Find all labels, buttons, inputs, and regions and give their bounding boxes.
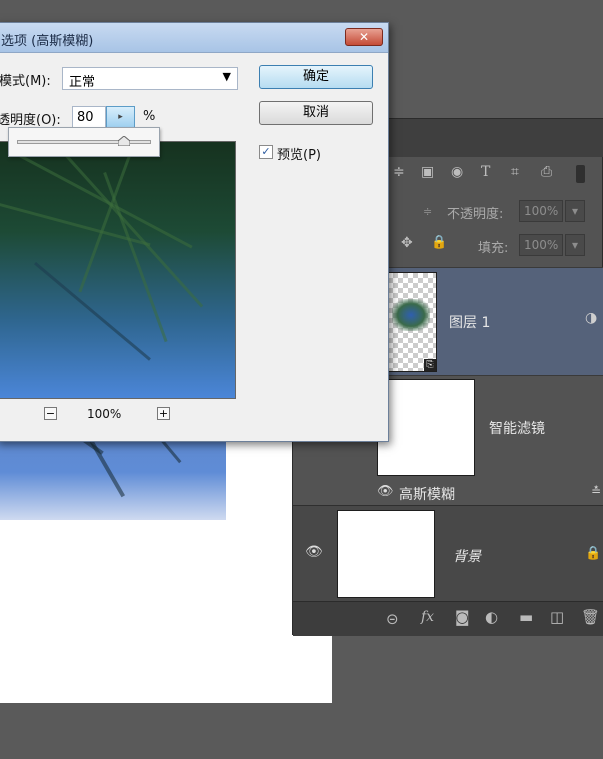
opacity-label: 不透明度: — [447, 207, 504, 222]
fill-label: 填充: — [478, 241, 509, 256]
smart-filter-indicator-icon[interactable]: ◑ — [585, 310, 597, 326]
opacity-value: 80 — [77, 110, 94, 125]
background-layer-name[interactable]: 背景 — [453, 546, 481, 566]
cancel-button[interactable]: 取消 — [259, 101, 373, 125]
opacity-slider-track[interactable] — [17, 140, 151, 144]
opacity-label: 透明度(O): — [0, 113, 61, 128]
new-group-icon[interactable]: ▬ — [519, 608, 533, 626]
filter-options-icon[interactable]: ≛ — [591, 484, 601, 498]
layer-row-background[interactable]: 👁 背景 🔒 — [293, 505, 603, 601]
smart-object-filter-icon[interactable]: ⎙ — [541, 164, 552, 180]
dialog-titlebar[interactable]: 选项 (高斯模糊) ✕ — [0, 23, 388, 53]
add-mask-icon[interactable]: ◙ — [455, 608, 470, 626]
preview-label: 预览(P) — [277, 148, 321, 163]
layer-name[interactable]: 图层 1 — [449, 312, 490, 332]
dialog-title: 选项 (高斯模糊) — [1, 34, 94, 49]
panel-footer: ⊝ fx ◙ ◐ ▬ ◫ 🗑 — [293, 601, 603, 636]
lock-all-icon[interactable]: 🔒 — [431, 235, 447, 250]
zoom-out-button[interactable]: − — [44, 407, 57, 420]
opacity-input[interactable]: 100% — [519, 200, 563, 222]
adjustment-layer-icon[interactable]: ◐ — [485, 608, 498, 626]
slider-toggle-icon[interactable]: ▸ — [106, 106, 135, 128]
opacity-input[interactable]: 80 — [72, 106, 106, 128]
mode-label: 模式(M): — [0, 74, 51, 89]
fill-input[interactable]: 100% — [519, 234, 563, 256]
chevron-down-icon: ▼ — [222, 70, 231, 83]
zoom-level: 100% — [87, 407, 122, 421]
zoom-in-button[interactable]: + — [157, 407, 170, 420]
adjustment-filter-icon[interactable]: ◉ — [451, 164, 463, 180]
mode-select[interactable]: 正常 ▼ — [62, 67, 238, 90]
link-layers-icon[interactable]: ⊝ — [386, 610, 399, 628]
preview-image[interactable] — [0, 141, 236, 399]
filter-visibility-eye-icon[interactable]: 👁 — [377, 484, 394, 499]
type-filter-icon[interactable]: T — [481, 164, 490, 180]
background-thumbnail — [337, 510, 435, 598]
shape-filter-icon[interactable]: ⌗ — [511, 164, 519, 180]
smart-object-badge-icon: ⎘ — [424, 359, 436, 371]
kind-filter-icon[interactable]: ≑ — [393, 164, 405, 180]
mode-value: 正常 — [69, 75, 96, 90]
visibility-eye-icon[interactable]: 👁 — [305, 544, 323, 560]
layer-lock-icon: 🔒 — [585, 546, 602, 561]
smart-filter-mask-thumbnail — [377, 379, 475, 476]
layer1-thumbnail: ⎘ — [387, 272, 437, 372]
opacity-slider-popup — [8, 127, 160, 157]
opacity-unit: % — [143, 109, 156, 124]
zoom-controls: − 100% + — [0, 405, 247, 425]
filter-toggle-icon[interactable] — [576, 165, 585, 183]
image-filter-icon[interactable]: ▣ — [421, 164, 434, 180]
new-layer-icon[interactable]: ◫ — [550, 608, 564, 626]
gaussian-blur-filter-name[interactable]: 高斯模糊 — [399, 484, 455, 504]
opacity-slider-thumb[interactable] — [118, 136, 131, 146]
preview-checkbox[interactable]: ✓ — [259, 145, 273, 159]
opacity-dropdown-icon[interactable]: ▾ — [565, 200, 585, 222]
ok-button[interactable]: 确定 — [259, 65, 373, 89]
fx-icon[interactable]: fx — [421, 609, 434, 625]
blend-options-dialog: 选项 (高斯模糊) ✕ 模式(M): 正常 ▼ 透明度(O): 80 ▸ % 确… — [0, 22, 389, 442]
fill-dropdown-icon[interactable]: ▾ — [565, 234, 585, 256]
blend-arrow-icon[interactable]: ≑ — [423, 205, 432, 218]
close-button[interactable]: ✕ — [345, 28, 383, 46]
delete-layer-icon[interactable]: 🗑 — [581, 608, 600, 626]
smart-filters-label: 智能滤镜 — [489, 421, 545, 437]
lock-position-icon[interactable]: ✥ — [401, 235, 413, 251]
